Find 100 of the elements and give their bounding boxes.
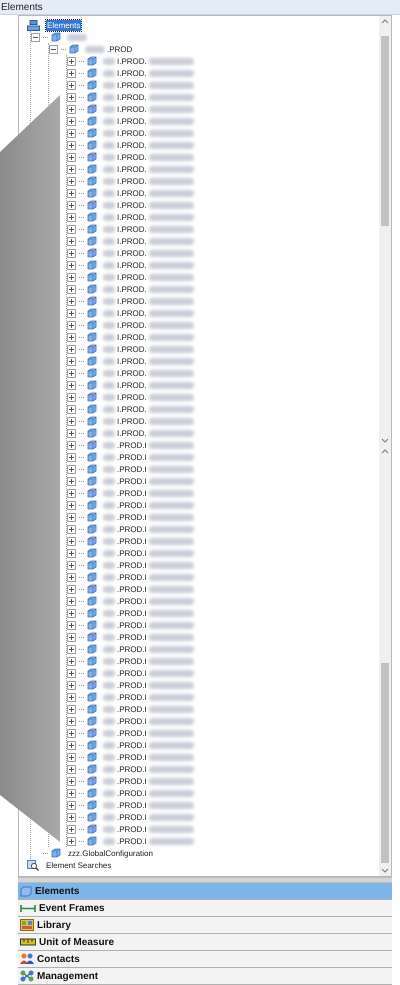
- scrollbar[interactable]: [379, 446, 391, 876]
- tree-item-label[interactable]: .PROD.I: [116, 740, 148, 750]
- expand-toggle[interactable]: [67, 812, 76, 822]
- expand-toggle[interactable]: [67, 356, 76, 366]
- expand-toggle[interactable]: [67, 380, 76, 390]
- expand-toggle[interactable]: [67, 56, 76, 66]
- expand-toggle[interactable]: [67, 68, 76, 78]
- expand-toggle[interactable]: [67, 704, 76, 714]
- tree-item-label[interactable]: .PROD.I: [116, 716, 148, 726]
- expand-toggle[interactable]: [67, 512, 76, 522]
- collapse-toggle[interactable]: [49, 44, 58, 54]
- tree-item-label[interactable]: I.PROD.: [116, 236, 148, 246]
- tree-item-label[interactable]: .PROD.I: [116, 608, 148, 618]
- expand-toggle[interactable]: [67, 668, 76, 678]
- tree-item-label[interactable]: I.PROD.: [116, 116, 148, 126]
- expand-toggle[interactable]: [67, 572, 76, 582]
- tree-item-label[interactable]: .PROD.I: [116, 548, 148, 558]
- tree-item-label[interactable]: I.PROD.: [116, 308, 148, 318]
- tree-item-label[interactable]: I.PROD.: [116, 344, 148, 354]
- tree-item-label[interactable]: I.PROD.: [116, 260, 148, 270]
- expand-toggle[interactable]: [67, 656, 76, 666]
- tree-item-label[interactable]: I.PROD.: [116, 404, 148, 414]
- expand-toggle[interactable]: [67, 548, 76, 558]
- navigation-button[interactable]: Management: [18, 968, 392, 985]
- expand-toggle[interactable]: [67, 644, 76, 654]
- tree-item-label[interactable]: .PROD.I: [116, 836, 148, 846]
- tree-item-label[interactable]: .PROD.I: [116, 656, 148, 666]
- expand-toggle[interactable]: [67, 188, 76, 198]
- tree-item-label[interactable]: I.PROD.: [116, 320, 148, 330]
- expand-toggle[interactable]: [67, 296, 76, 306]
- expand-toggle[interactable]: [67, 824, 76, 834]
- expand-toggle[interactable]: [67, 464, 76, 474]
- expand-toggle[interactable]: [67, 164, 76, 174]
- expand-toggle[interactable]: [67, 260, 76, 270]
- navigation-button[interactable]: Contacts: [18, 951, 392, 968]
- expand-toggle[interactable]: [67, 584, 76, 594]
- expand-toggle[interactable]: [67, 632, 76, 642]
- tree-item-label[interactable]: I.PROD.: [116, 164, 148, 174]
- tree-item-label[interactable]: .PROD.I: [116, 752, 148, 762]
- expand-toggle[interactable]: [67, 224, 76, 234]
- expand-toggle[interactable]: [67, 116, 76, 126]
- tree-item-label[interactable]: .PROD.I: [116, 464, 148, 474]
- expand-toggle[interactable]: [67, 692, 76, 702]
- expand-toggle[interactable]: [67, 404, 76, 414]
- expand-toggle[interactable]: [67, 536, 76, 546]
- expand-toggle[interactable]: [67, 476, 76, 486]
- expand-toggle[interactable]: [67, 596, 76, 606]
- tree-item-label[interactable]: .PROD.I: [116, 632, 148, 642]
- expand-toggle[interactable]: [67, 776, 76, 786]
- scrollbar[interactable]: [379, 16, 391, 446]
- tree-item-label[interactable]: .PROD.I: [116, 560, 148, 570]
- expand-toggle[interactable]: [67, 524, 76, 534]
- tree-item-label[interactable]: .PROD.I: [116, 728, 148, 738]
- expand-toggle[interactable]: [67, 680, 76, 690]
- tree-item-label[interactable]: .PROD.I: [116, 788, 148, 798]
- expand-toggle[interactable]: [67, 788, 76, 798]
- scrollbar-thumb[interactable]: [381, 663, 389, 863]
- expand-toggle[interactable]: [67, 452, 76, 462]
- tree-item-label[interactable]: I.PROD.: [116, 92, 148, 102]
- expand-toggle[interactable]: [67, 272, 76, 282]
- tree-item-label[interactable]: .PROD.I: [116, 704, 148, 714]
- tree-item-label[interactable]: I.PROD.: [116, 140, 148, 150]
- expand-toggle[interactable]: [67, 620, 76, 630]
- expand-toggle[interactable]: [67, 428, 76, 438]
- tree-item-label[interactable]: .PROD.I: [116, 500, 148, 510]
- expand-toggle[interactable]: [67, 560, 76, 570]
- tree-item-label[interactable]: I.PROD.: [116, 68, 148, 78]
- expand-toggle[interactable]: [67, 800, 76, 810]
- tree-item-label[interactable]: .PROD.I: [116, 620, 148, 630]
- tree-item-label[interactable]: I.PROD.: [116, 380, 148, 390]
- expand-toggle[interactable]: [67, 128, 76, 138]
- tree-item-label[interactable]: .PROD.I: [116, 824, 148, 834]
- expand-toggle[interactable]: [67, 212, 76, 222]
- expand-toggle[interactable]: [67, 248, 76, 258]
- tree-item-label[interactable]: Element Searches: [45, 860, 112, 870]
- tree-item-label[interactable]: .PROD.I: [116, 584, 148, 594]
- tree-item-label[interactable]: I.PROD.: [116, 284, 148, 294]
- tree-item-label[interactable]: I.PROD.: [116, 416, 148, 426]
- tree-item-label[interactable]: Elements: [46, 20, 82, 30]
- tree-item-label[interactable]: I.PROD.: [116, 128, 148, 138]
- tree-item-label[interactable]: I.PROD.: [116, 80, 148, 90]
- tree-item-label[interactable]: .PROD.I: [116, 536, 148, 546]
- tree-item-label[interactable]: .PROD.I: [116, 512, 148, 522]
- tree-item-label[interactable]: I.PROD.: [116, 332, 148, 342]
- expand-toggle[interactable]: [67, 740, 76, 750]
- tree-item-label[interactable]: .PROD.I: [116, 440, 148, 450]
- tree-item-label[interactable]: I.PROD.: [116, 200, 148, 210]
- tree-item-label[interactable]: .PROD.I: [116, 776, 148, 786]
- tree-item-label[interactable]: .PROD.I: [116, 596, 148, 606]
- tree-item-label[interactable]: I.PROD.: [116, 392, 148, 402]
- tree-item-label[interactable]: I.PROD.: [116, 188, 148, 198]
- expand-toggle[interactable]: [67, 752, 76, 762]
- tree-item-label[interactable]: I.PROD.: [116, 356, 148, 366]
- expand-toggle[interactable]: [67, 176, 76, 186]
- expand-toggle[interactable]: [67, 332, 76, 342]
- tree-item-label[interactable]: zzz.GlobalConfiguration: [67, 848, 154, 858]
- tree-item-label[interactable]: I.PROD.: [116, 248, 148, 258]
- tree-item-label[interactable]: .PROD.I: [116, 800, 148, 810]
- expand-toggle[interactable]: [67, 440, 76, 450]
- tree-item-label[interactable]: .PROD.I: [116, 476, 148, 486]
